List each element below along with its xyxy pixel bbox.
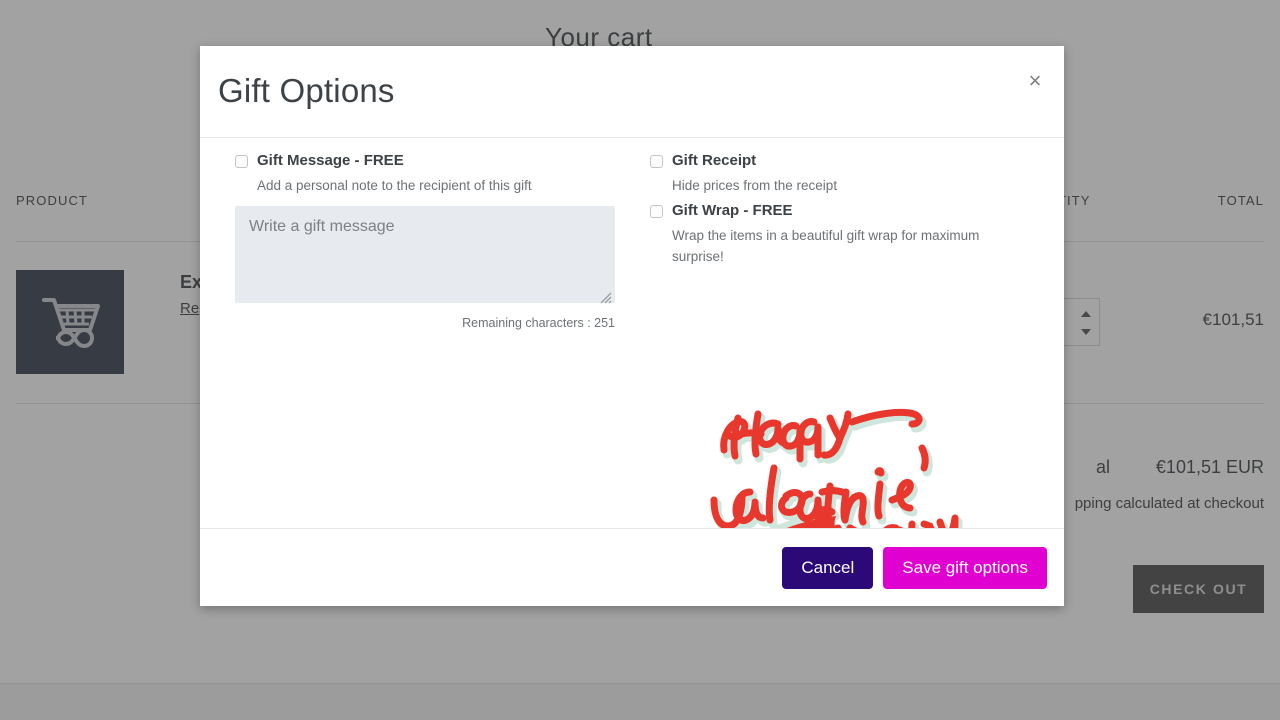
- modal-title: Gift Options: [218, 72, 395, 110]
- gift-receipt-checkbox[interactable]: [650, 155, 663, 168]
- gift-receipt-label: Gift Receipt: [672, 152, 756, 170]
- gift-message-label: Gift Message - FREE: [257, 152, 404, 170]
- modal-footer: Cancel Save gift options: [200, 528, 1064, 606]
- gift-message-section: Gift Message - FREE Add a personal note …: [235, 152, 620, 330]
- save-gift-options-button[interactable]: Save gift options: [883, 547, 1047, 589]
- gift-wrap-label: Gift Wrap - FREE: [672, 202, 793, 220]
- gift-receipt-description: Hide prices from the receipt: [672, 175, 1000, 196]
- modal-body: Gift Message - FREE Add a personal note …: [200, 138, 1064, 528]
- gift-wrap-checkbox[interactable]: [650, 205, 663, 218]
- modal-header: Gift Options ×: [200, 46, 1064, 138]
- gift-message-checkbox[interactable]: [235, 155, 248, 168]
- gift-options-modal: Gift Options × Gift Message - FREE Add a…: [200, 46, 1064, 606]
- gift-receipt-option-row[interactable]: Gift Receipt: [650, 152, 1000, 170]
- screen: Your cart PRODUCT PRICE QUANTITY TOTAL: [0, 0, 1280, 720]
- gift-extras-section: Gift Receipt Hide prices from the receip…: [650, 152, 1000, 267]
- gift-wrap-description: Wrap the items in a beautiful gift wrap …: [672, 225, 1000, 267]
- cancel-button[interactable]: Cancel: [782, 547, 873, 589]
- gift-message-textarea-wrap: [235, 196, 615, 308]
- close-icon[interactable]: ×: [1022, 68, 1048, 94]
- gift-message-option-row[interactable]: Gift Message - FREE: [235, 152, 620, 170]
- gift-message-input[interactable]: [235, 206, 615, 303]
- remaining-characters: Remaining characters : 251: [235, 316, 615, 330]
- happy-valentines-day-image: [700, 388, 975, 528]
- gift-wrap-option-row[interactable]: Gift Wrap - FREE: [650, 202, 1000, 220]
- gift-message-description: Add a personal note to the recipient of …: [257, 175, 620, 196]
